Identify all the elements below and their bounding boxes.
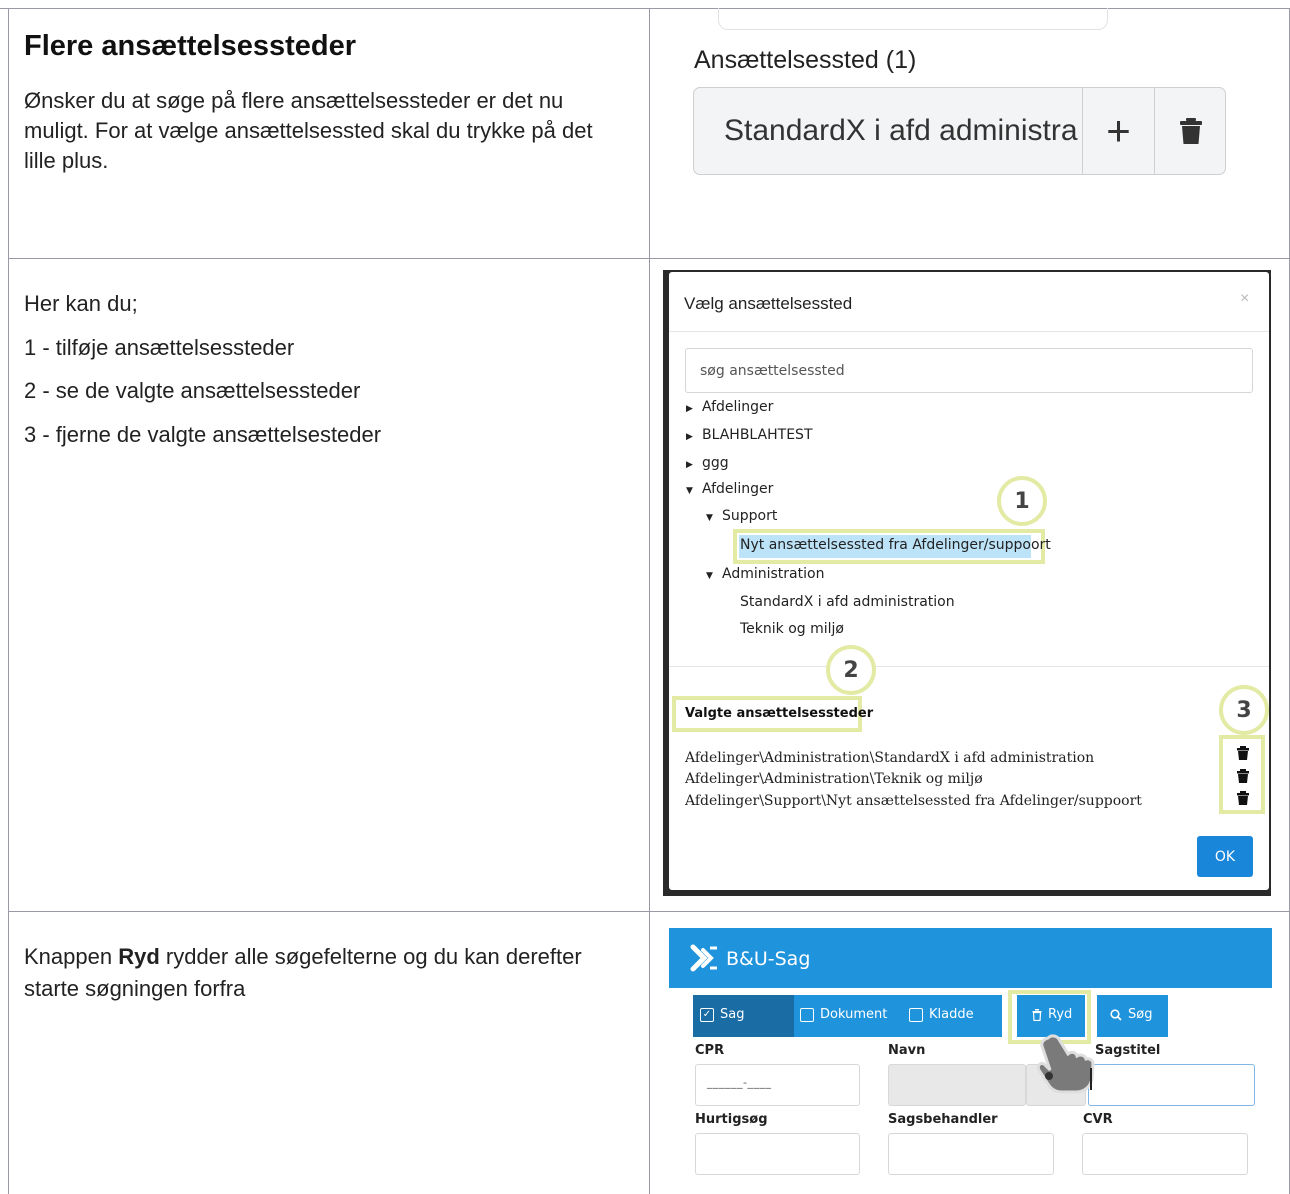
- tree-node-label: Support: [722, 508, 778, 524]
- search-input[interactable]: [685, 348, 1253, 393]
- checkbox-label: Sag: [720, 1007, 745, 1022]
- tree-node-label: ggg: [702, 455, 729, 471]
- intro-paragraph: Ønsker du at søge på flere ansættelsesst…: [24, 88, 593, 173]
- selected-item: Afdelinger\Support\Nyt ansættelsessted f…: [685, 793, 1142, 809]
- cpr-label: CPR: [695, 1043, 725, 1058]
- checkbox-kladde[interactable]: Kladde: [909, 1007, 974, 1022]
- text-segment: Knappen: [24, 944, 119, 969]
- tree-node-support[interactable]: ▼ Support: [706, 508, 777, 524]
- ok-button[interactable]: OK: [1197, 836, 1253, 877]
- caret-right-icon: ▶: [686, 404, 693, 414]
- checkbox-sag[interactable]: ✓ Sag: [700, 1007, 744, 1022]
- logo-icon: [690, 944, 717, 972]
- tree-node-afdelinger-expanded[interactable]: ▼ Afdelinger: [686, 481, 773, 497]
- grid-row-divider-2: [8, 911, 1290, 912]
- grid-row-divider-1: [8, 258, 1290, 259]
- cpr-mask: ______-____: [707, 1076, 772, 1089]
- tree-node-standardx[interactable]: StandardX i afd administration: [740, 594, 955, 610]
- cvr-label: CVR: [1083, 1112, 1113, 1127]
- caret-down-icon: ▼: [686, 486, 693, 496]
- ryd-button-content[interactable]: Ryd: [1032, 1007, 1072, 1022]
- sog-button-content[interactable]: Søg: [1110, 1007, 1152, 1022]
- sog-label: Søg: [1128, 1007, 1153, 1022]
- hurtigsog-label: Hurtigsøg: [695, 1112, 768, 1127]
- sagsbehandler-input[interactable]: [888, 1133, 1054, 1175]
- cvr-input[interactable]: [1082, 1133, 1248, 1175]
- step-3: 3 - fjerne de valgte ansættelsesteder: [24, 422, 382, 447]
- trash-icon[interactable]: [1237, 746, 1249, 760]
- cropped-field-above: [718, 8, 1108, 30]
- caret-down-icon: ▼: [706, 571, 713, 581]
- caret-right-icon: ▶: [686, 460, 693, 470]
- hand-pointer-icon: [1036, 1034, 1095, 1094]
- grid-middle-divider: [649, 8, 650, 1194]
- selected-heading: Valgte ansættelsessteder: [685, 706, 874, 721]
- selected-item: Afdelinger\Administration\StandardX i af…: [685, 750, 1095, 766]
- grid-left-border: [8, 8, 9, 1194]
- step-2: 2 - se de valgte ansættelsessteder: [24, 378, 361, 403]
- tree-node-label: BLAHBLAHTEST: [702, 427, 813, 443]
- delete-button[interactable]: [1154, 88, 1225, 174]
- tree-node-label: Afdelinger: [702, 481, 774, 497]
- tree-node-nyt-ansaettelsessted[interactable]: Nyt ansættelsessted fra Afdelinger/suppo…: [740, 537, 1051, 553]
- tree-node-afdelinger[interactable]: ▶ Afdelinger: [686, 399, 773, 415]
- selected-item: Afdelinger\Administration\Teknik og milj…: [685, 771, 983, 787]
- modal-divider: [669, 666, 1269, 667]
- step-1: 1 - tilføje ansættelsessteder: [24, 335, 295, 360]
- navn-label: Navn: [888, 1043, 926, 1058]
- step-badge-3: 3: [1219, 685, 1269, 735]
- caret-right-icon: ▶: [686, 432, 693, 442]
- plus-icon: +: [1106, 107, 1131, 154]
- ansaettelsessted-input-group: StandardX i afd administra +: [693, 87, 1226, 175]
- sagstitel-label: Sagstitel: [1095, 1043, 1161, 1058]
- search-icon: [1110, 1008, 1122, 1021]
- tree-node-administration[interactable]: ▼ Administration: [706, 566, 824, 582]
- section-heading: Flere ansættelsessteder: [24, 30, 357, 62]
- intro-line: Her kan du;: [24, 291, 138, 316]
- add-button[interactable]: +: [1082, 88, 1154, 174]
- tree-node-label: Afdelinger: [702, 399, 774, 415]
- step-badge-2: 2: [826, 645, 876, 695]
- caret-down-icon: ▼: [706, 513, 713, 523]
- sagstitel-input[interactable]: [1088, 1064, 1255, 1106]
- step-badge-1: 1: [997, 476, 1047, 526]
- ryd-label: Ryd: [1048, 1007, 1073, 1022]
- ryd-description: Knappen Ryd rydder alle søgefelterne og …: [24, 941, 624, 1005]
- trash-icon[interactable]: [1237, 769, 1249, 783]
- tree-node-label: Administration: [722, 566, 825, 582]
- trash-icon[interactable]: [1237, 791, 1249, 805]
- navn-input[interactable]: [888, 1064, 1026, 1106]
- tree-node-blahblahtest[interactable]: ▶ BLAHBLAHTEST: [686, 427, 813, 443]
- checkbox-label: Kladde: [929, 1007, 974, 1022]
- field-label: Ansættelsessted (1): [694, 46, 917, 74]
- checkbox-icon: [800, 1007, 814, 1022]
- tree-node-teknik[interactable]: Teknik og miljø: [740, 621, 844, 637]
- sagsbehandler-label: Sagsbehandler: [888, 1112, 998, 1127]
- trash-outline-icon: [1032, 1008, 1042, 1021]
- hurtigsog-input[interactable]: [695, 1133, 860, 1175]
- text-bold: Ryd: [118, 944, 160, 969]
- tree-node-ggg[interactable]: ▶ ggg: [686, 455, 729, 471]
- checkbox-icon: [909, 1007, 923, 1022]
- modal-divider: [669, 331, 1269, 332]
- close-icon[interactable]: ×: [1240, 290, 1249, 308]
- checkbox-checked-icon: ✓: [700, 1007, 714, 1022]
- ansaettelsessted-field[interactable]: StandardX i afd administra: [694, 88, 1082, 174]
- checkbox-dokument[interactable]: Dokument: [800, 1007, 887, 1022]
- checkbox-label: Dokument: [820, 1007, 888, 1022]
- app-title: B&U-Sag: [726, 948, 811, 970]
- trash-icon: [1180, 118, 1202, 144]
- modal-title: Vælg ansættelsessted: [684, 294, 853, 313]
